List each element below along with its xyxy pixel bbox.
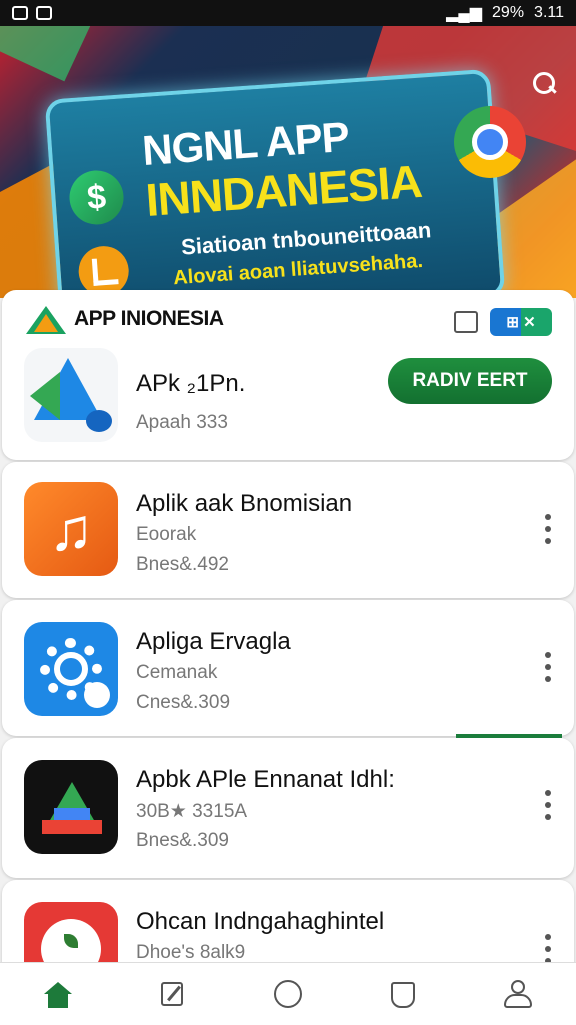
book-icon[interactable] [383, 974, 423, 1014]
install-button[interactable]: RADIV EERT [388, 358, 552, 404]
image-notification-icon [36, 6, 52, 20]
download-progress-bar [456, 734, 562, 738]
home-icon[interactable] [38, 974, 78, 1014]
more-options-icon[interactable] [544, 934, 552, 964]
app-name[interactable]: Apliga Ervagla [136, 628, 291, 656]
list-item[interactable]: ♫ Aplik aak Bnomisian Eoorak Bnes&.492 [2, 462, 574, 598]
more-options-icon[interactable] [544, 790, 552, 820]
app-meta: Bnes&.309 [136, 830, 229, 851]
store-logo-icon [26, 304, 66, 334]
circle-icon[interactable] [268, 974, 308, 1014]
app-category: Eoorak [136, 524, 197, 545]
app-name[interactable]: Ohcan Indngahaghintel [136, 908, 384, 936]
music-app-icon[interactable]: ♫ [24, 482, 118, 576]
app-name[interactable]: APk ₂1Pn. [136, 370, 245, 398]
app-meta: Bnes&.492 [136, 554, 229, 575]
featured-app-card: APP INIONESIA ⊞ ✕ APk ₂1Pn. Apaah 333 RA… [2, 290, 574, 460]
app-meta: Apaah 333 [136, 412, 228, 433]
app-rating: 30B★ 3315A [136, 801, 248, 822]
arrow-app-icon[interactable] [24, 348, 118, 442]
clock: 3.11 [534, 4, 564, 21]
app-name[interactable]: Apbk APle Ennanat Idhl: [136, 766, 395, 794]
view-toggle-button[interactable]: ⊞ ✕ [490, 308, 552, 336]
gear-app-icon[interactable] [24, 622, 118, 716]
list-item[interactable]: Ohcan Indngahaghintel Dhoe's 8alk9 [2, 880, 574, 996]
more-options-icon[interactable] [544, 652, 552, 682]
drive-app-icon[interactable] [24, 760, 118, 854]
gallery-notification-icon [12, 6, 28, 20]
app-name[interactable]: Aplik aak Bnomisian [136, 490, 352, 518]
bottom-navigation [0, 962, 576, 1025]
signal-icon: ▂▄▆ [446, 5, 483, 22]
list-item[interactable]: Apbk APle Ennanat Idhl: 30B★ 3315A Bnes&… [2, 738, 574, 878]
more-options-icon[interactable] [544, 514, 552, 544]
app-category: Dhoe's 8alk9 [136, 942, 246, 963]
app-meta: Cnes&.309 [136, 692, 231, 713]
search-icon[interactable] [530, 70, 560, 100]
chrome-icon [454, 106, 526, 178]
banner-panel: $ NGNL APP INNDANESIA Siatioan tnbouneit… [44, 68, 506, 298]
profile-icon[interactable] [498, 974, 538, 1014]
shopping-bag-icon[interactable] [454, 311, 478, 333]
promo-banner[interactable]: $ NGNL APP INNDANESIA Siatioan tnbouneit… [0, 26, 576, 298]
edit-icon[interactable] [153, 974, 193, 1014]
section-header: APP INIONESIA [26, 304, 224, 334]
battery-level: 29% [492, 4, 525, 21]
app-category: Cemanak [136, 662, 218, 683]
status-bar: ▂▄▆ 29% 3.11 [0, 0, 576, 26]
dollar-app-icon: $ [67, 168, 126, 227]
list-item[interactable]: Apliga Ervagla Cemanak Cnes&.309 [2, 600, 574, 736]
section-title: APP INIONESIA [74, 307, 224, 330]
